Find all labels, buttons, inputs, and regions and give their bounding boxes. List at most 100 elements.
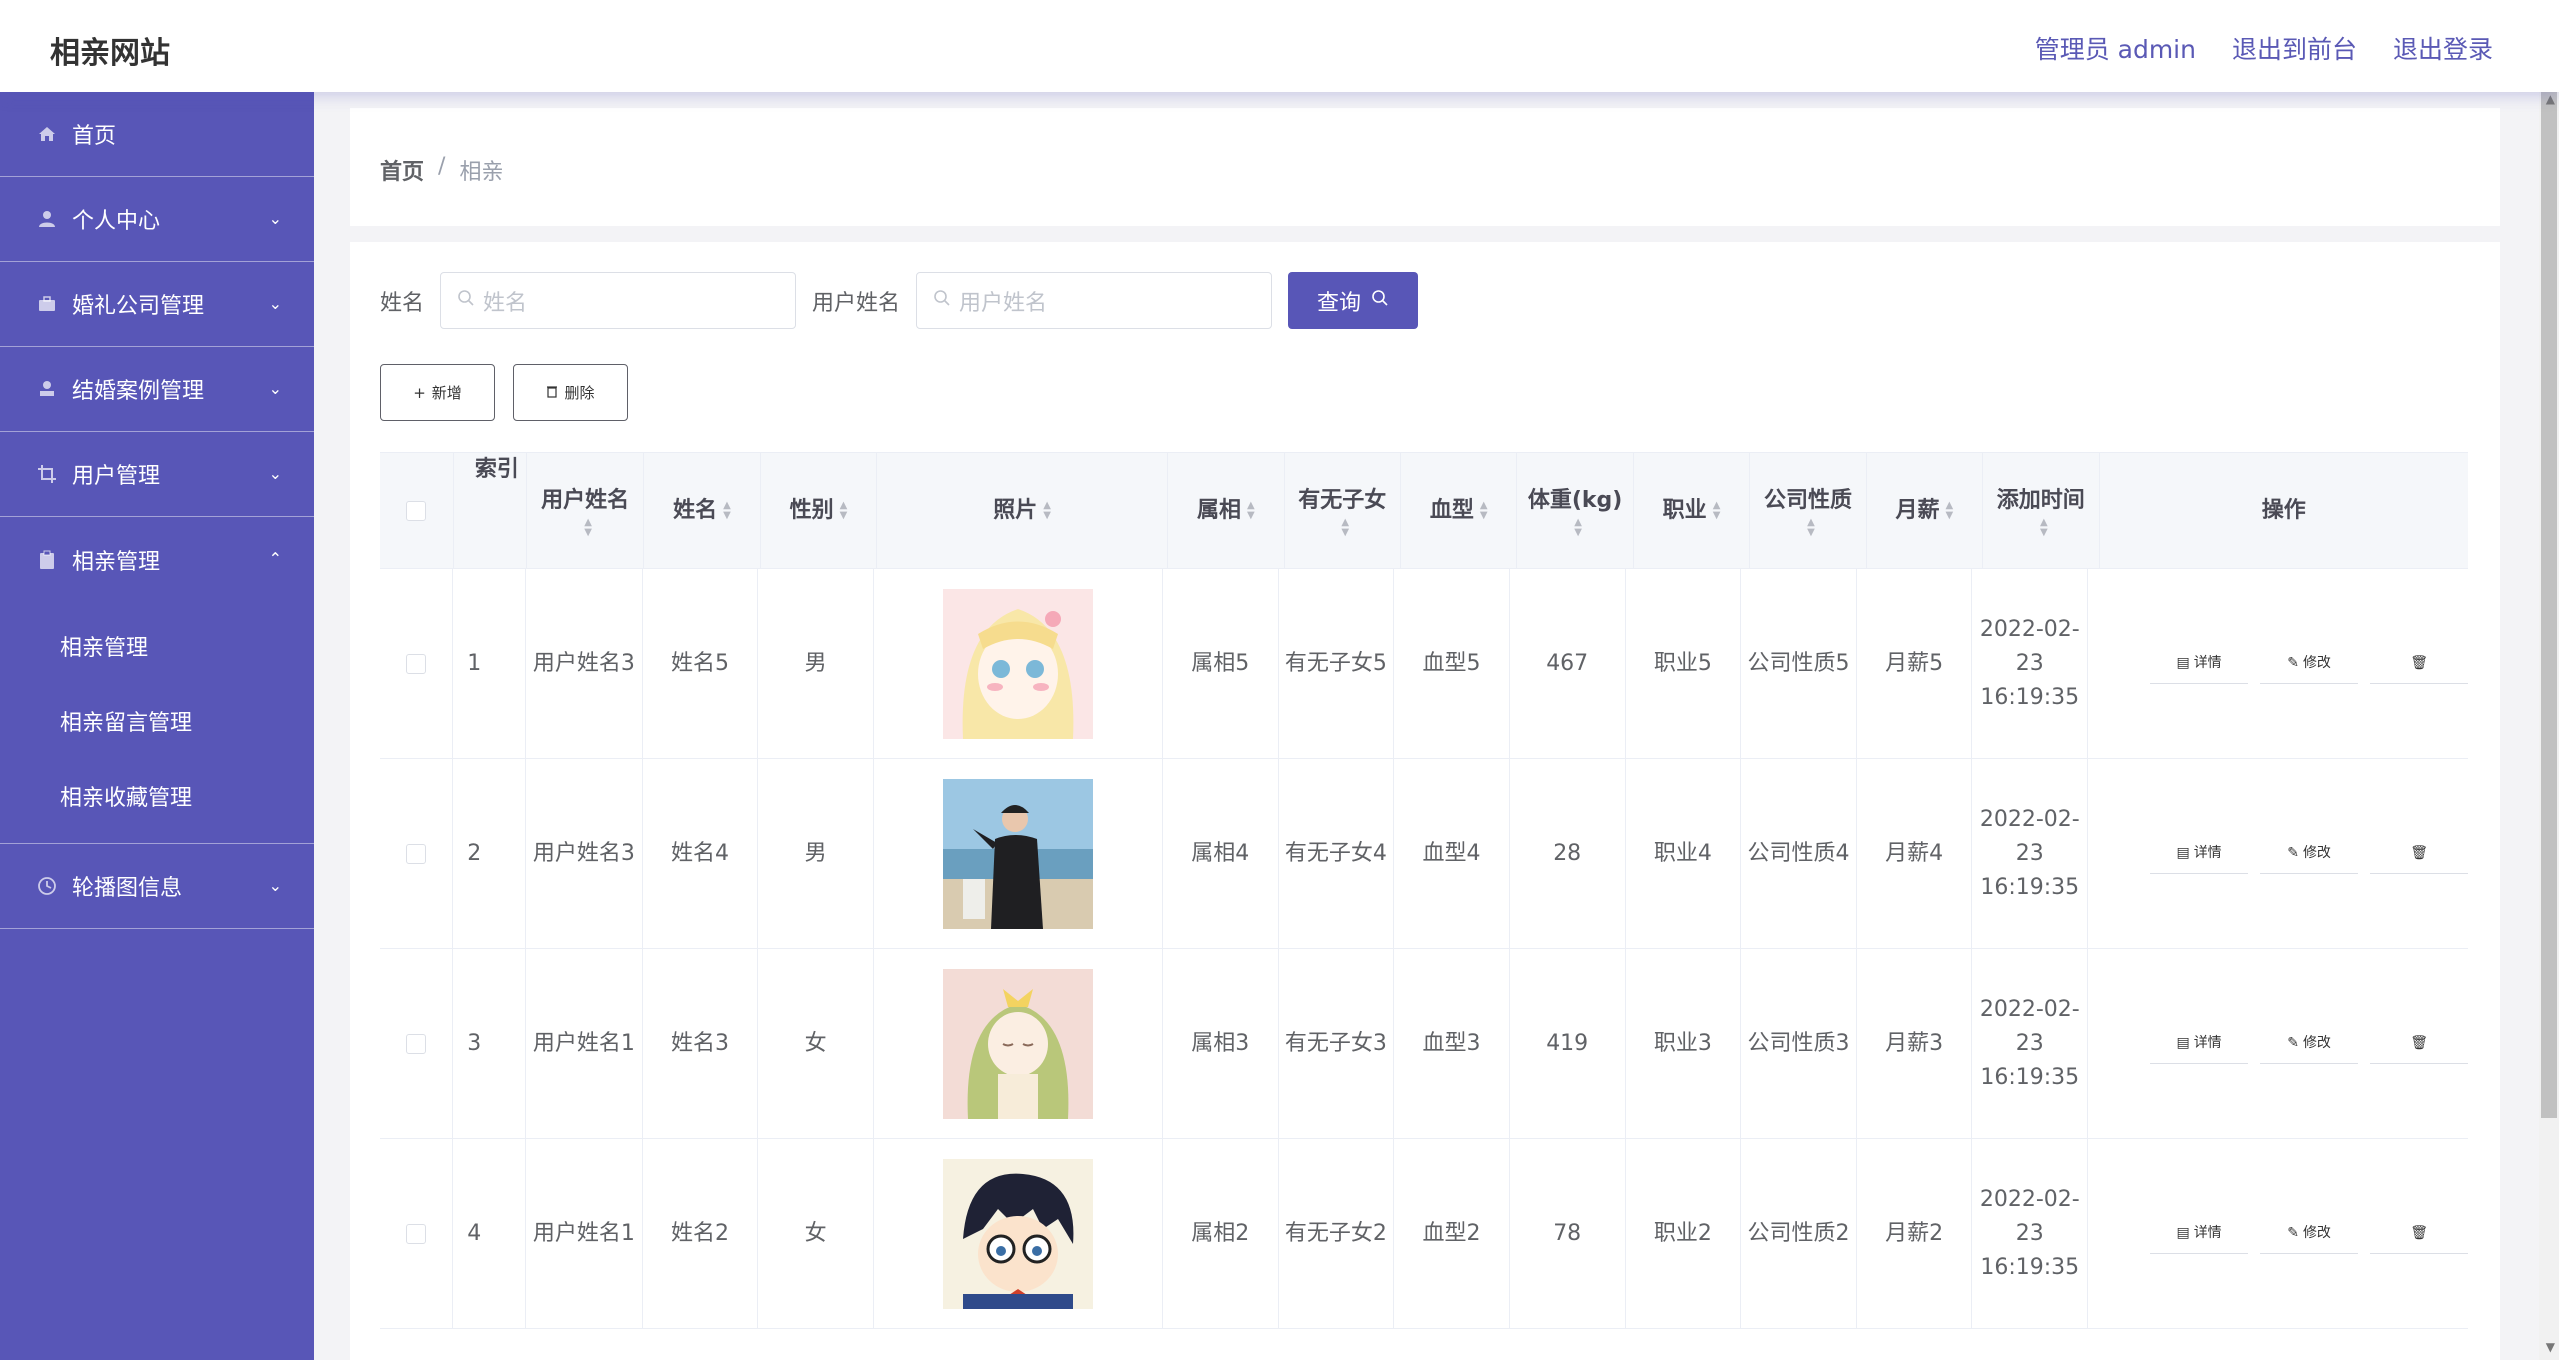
cell-company: 公司性质2: [1741, 1139, 1857, 1328]
sidebar-item-wedding-company[interactable]: 婚礼公司管理 ⌄: [0, 262, 314, 347]
photo-anime-boy-glasses[interactable]: [942, 1158, 1093, 1309]
detail-button[interactable]: ▤ 详情: [2150, 644, 2249, 684]
name-search-input[interactable]: 姓名: [440, 272, 797, 329]
cell-index: 4: [453, 1139, 527, 1328]
cell-blood: 血型5: [1394, 569, 1510, 758]
submenu-matchmaking-favorites[interactable]: 相亲收藏管理: [0, 758, 314, 833]
sort-icon[interactable]: ▲ ▼: [1574, 517, 1582, 538]
edit-button[interactable]: ✎ 修改: [2260, 644, 2359, 684]
header-username[interactable]: 用户姓名 ▲ ▼: [527, 453, 645, 568]
cell-username: 用户姓名1: [526, 949, 643, 1138]
sort-icon[interactable]: ▲ ▼: [584, 517, 592, 538]
header-label: 添加时间: [1996, 487, 2085, 513]
header-gender[interactable]: 性别 ▲ ▼: [761, 453, 878, 568]
delete-row-button[interactable]: 🗑: [2370, 644, 2469, 684]
edit-button[interactable]: ✎ 修改: [2260, 1024, 2359, 1064]
sort-icon[interactable]: ▲ ▼: [840, 500, 848, 521]
edit-button[interactable]: ✎ 修改: [2260, 1214, 2359, 1254]
chevron-down-icon: ⌄: [268, 379, 282, 398]
sidebar-item-users[interactable]: 用户管理 ⌄: [0, 432, 314, 517]
chevron-up-icon: ⌃: [268, 549, 282, 568]
sidebar-item-home[interactable]: 首页: [0, 92, 314, 177]
sort-icon[interactable]: ▲ ▼: [1713, 500, 1721, 521]
header-actions: 操作: [2100, 453, 2469, 568]
front-link[interactable]: 退出到前台: [2232, 30, 2357, 66]
select-all-checkbox[interactable]: [406, 500, 427, 521]
cell-zodiac: 属相4: [1163, 759, 1279, 948]
delete-button[interactable]: 删除: [513, 364, 628, 421]
sort-icon[interactable]: ▲ ▼: [2040, 517, 2048, 538]
trash-icon: 🗑: [2410, 1225, 2428, 1241]
cell-photo: [874, 569, 1163, 758]
add-button[interactable]: + 新增: [380, 364, 495, 421]
admin-link[interactable]: 管理员 admin: [2035, 30, 2196, 66]
matchmaking-submenu: 相亲管理 相亲留言管理 相亲收藏管理: [0, 602, 314, 844]
cell-time: 2022-02-23 16:19:35: [1972, 759, 2089, 948]
photo-anime-girl-blonde[interactable]: [942, 588, 1093, 739]
sidebar-item-carousel[interactable]: 轮播图信息 ⌄: [0, 844, 314, 929]
sort-icon[interactable]: ▲ ▼: [1807, 517, 1815, 538]
logout-link[interactable]: 退出登录: [2393, 30, 2493, 66]
photo-anime-girl-green[interactable]: [942, 968, 1093, 1119]
row-checkbox[interactable]: [406, 843, 427, 864]
search-icon: [1371, 288, 1389, 313]
scroll-up-arrow-icon[interactable]: ▲: [2546, 92, 2555, 106]
clock-icon: [36, 875, 58, 897]
row-checkbox[interactable]: [406, 653, 427, 674]
sort-icon[interactable]: ▲ ▼: [1480, 500, 1488, 521]
cell-job: 职业2: [1626, 1139, 1742, 1328]
header-time[interactable]: 添加时间 ▲ ▼: [1983, 453, 2100, 568]
detail-button[interactable]: ▤ 详情: [2150, 1214, 2249, 1254]
header-salary[interactable]: 月薪 ▲ ▼: [1867, 453, 1984, 568]
cell-actions: ▤ 详情 ✎ 修改 🗑: [2088, 569, 2469, 758]
cell-blood: 血型4: [1394, 759, 1510, 948]
sort-icon[interactable]: ▲ ▼: [1247, 500, 1255, 521]
detail-label: 详情: [2193, 655, 2222, 671]
trash-icon: 🗑: [2410, 1035, 2428, 1051]
delete-row-button[interactable]: 🗑: [2370, 1024, 2469, 1064]
submenu-matchmaking[interactable]: 相亲管理: [0, 608, 314, 683]
detail-button[interactable]: ▤ 详情: [2150, 1024, 2249, 1064]
sidebar: 首页 个人中心 ⌄ 婚礼公司管理 ⌄ 结婚案例管理 ⌄ 用户管理 ⌄ 相亲管理 …: [0, 92, 314, 1360]
breadcrumb-separator: /: [438, 154, 446, 179]
cell-job: 职业3: [1626, 949, 1742, 1138]
photo-man-beach[interactable]: [942, 778, 1093, 929]
query-button[interactable]: 查询: [1288, 272, 1419, 329]
sidebar-item-wedding-cases[interactable]: 结婚案例管理 ⌄: [0, 347, 314, 432]
header-job[interactable]: 职业 ▲ ▼: [1634, 453, 1751, 568]
cell-job: 职业5: [1626, 569, 1742, 758]
cell-kids: 有无子女3: [1279, 949, 1395, 1138]
edit-button[interactable]: ✎ 修改: [2260, 834, 2359, 874]
delete-row-button[interactable]: 🗑: [2370, 834, 2469, 874]
header-name[interactable]: 姓名 ▲ ▼: [644, 453, 761, 568]
edit-label: 修改: [2302, 655, 2331, 671]
sort-icon[interactable]: ▲ ▼: [1341, 517, 1349, 538]
header-blood[interactable]: 血型 ▲ ▼: [1401, 453, 1518, 568]
sort-icon[interactable]: ▲ ▼: [1946, 500, 1954, 521]
row-checkbox[interactable]: [406, 1223, 427, 1244]
header-weight[interactable]: 体重(kg) ▲ ▼: [1517, 453, 1634, 568]
sidebar-item-matchmaking[interactable]: 相亲管理 ⌃: [0, 517, 314, 602]
breadcrumb: 首页 / 相亲: [380, 154, 503, 186]
name-label: 姓名: [380, 290, 425, 316]
username-search-input[interactable]: 用户姓名: [916, 272, 1273, 329]
delete-row-button[interactable]: 🗑: [2370, 1214, 2469, 1254]
sidebar-item-personal[interactable]: 个人中心 ⌄: [0, 177, 314, 262]
cell-blood: 血型2: [1394, 1139, 1510, 1328]
header-zodiac[interactable]: 属相 ▲ ▼: [1168, 453, 1285, 568]
detail-button[interactable]: ▤ 详情: [2150, 834, 2249, 874]
sort-icon[interactable]: ▲ ▼: [1043, 500, 1051, 521]
submenu-matchmaking-messages[interactable]: 相亲留言管理: [0, 683, 314, 758]
header-photo[interactable]: 照片 ▲ ▼: [877, 453, 1169, 568]
sort-icon[interactable]: ▲ ▼: [723, 500, 731, 521]
scrollbar-thumb[interactable]: [2541, 92, 2557, 1118]
header-kids[interactable]: 有无子女 ▲ ▼: [1285, 453, 1401, 568]
scroll-down-arrow-icon[interactable]: ▼: [2546, 1340, 2555, 1354]
sidebar-item-label: 结婚案例管理: [72, 379, 205, 404]
search-icon: [457, 288, 475, 313]
delete-button-label: 删除: [564, 384, 595, 402]
row-checkbox[interactable]: [406, 1033, 427, 1054]
breadcrumb-home[interactable]: 首页: [380, 154, 424, 186]
header-company[interactable]: 公司性质 ▲ ▼: [1750, 453, 1867, 568]
chevron-down-icon: ⌄: [268, 294, 282, 313]
